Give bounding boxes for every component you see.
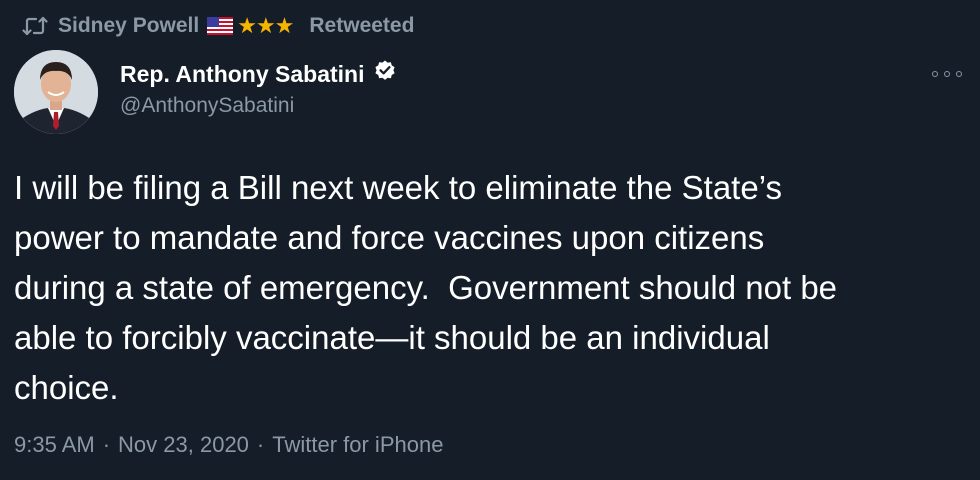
more-options-icon[interactable]: [932, 64, 962, 84]
meta-separator: ·: [102, 432, 111, 457]
tweet-meta: 9:35 AM · Nov 23, 2020 · Twitter for iPh…: [14, 432, 443, 458]
author-handle[interactable]: @AnthonySabatini: [120, 94, 397, 118]
tweet-source[interactable]: Twitter for iPhone: [272, 432, 443, 458]
avatar[interactable]: [14, 50, 98, 134]
retweeted-label: Retweeted: [309, 14, 415, 37]
meta-separator: ·: [256, 432, 265, 457]
retweet-icon: [22, 16, 48, 36]
tweet-time[interactable]: 9:35 AM: [14, 432, 95, 458]
tweet-date[interactable]: Nov 23, 2020: [118, 432, 249, 458]
verified-badge-icon: [373, 59, 397, 89]
star-icons: ★★★: [237, 13, 294, 38]
tweet-text: I will be filing a Bill next week to eli…: [14, 169, 838, 406]
author-block[interactable]: Rep. Anthony Sabatini @AnthonySabatini: [120, 58, 397, 118]
us-flag-icon: [207, 17, 234, 35]
retweet-context[interactable]: Sidney Powell ★★★ Retweeted: [22, 11, 414, 41]
retweeter-name[interactable]: Sidney Powell: [58, 14, 199, 38]
author-name[interactable]: Rep. Anthony Sabatini: [120, 61, 365, 88]
